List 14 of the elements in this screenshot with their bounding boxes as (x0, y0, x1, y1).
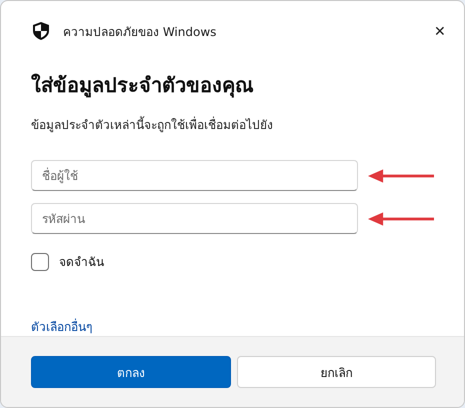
shield-icon (33, 22, 49, 40)
password-field[interactable]: รหัสผ่าน (31, 203, 358, 234)
arrow-icon (368, 212, 434, 226)
checkbox-label: จดจำฉัน (59, 254, 104, 271)
close-button[interactable]: ✕ (428, 19, 452, 43)
more-options-link[interactable]: ตัวเลือกอื่นๆ (31, 317, 92, 336)
dialog-heading: ใส่ข้อมูลประจำตัวของคุณ (31, 72, 255, 100)
ok-button[interactable]: ตกลง (31, 356, 230, 388)
username-field[interactable]: ชื่อผู้ใช้ (31, 160, 358, 191)
window-title: ความปลอดภัยของ Windows (63, 24, 216, 40)
arrow-icon (368, 168, 434, 182)
description-text: ข้อมูลประจำตัวเหล่านี้จะถูกใช้เพื่อเชื่อมต่อไปยัง (31, 115, 274, 134)
remember-checkbox[interactable] (31, 252, 49, 270)
cancel-button[interactable]: ยกเลิก (236, 356, 436, 388)
